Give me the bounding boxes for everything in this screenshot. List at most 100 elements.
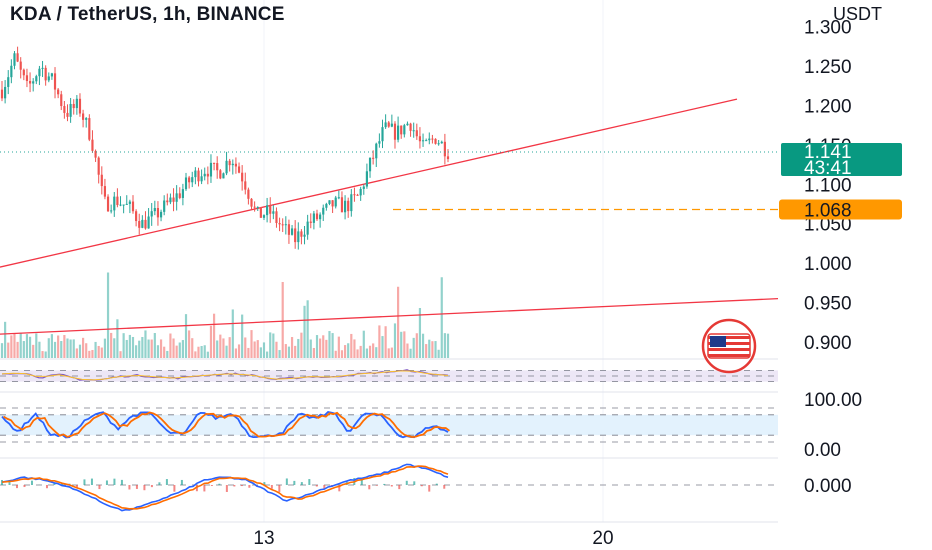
candle-body (128, 201, 131, 204)
volume-bar (219, 334, 222, 358)
candle-body (340, 197, 344, 213)
macd-histogram-bar (413, 481, 416, 485)
candle-body (322, 207, 325, 215)
candle-body (347, 200, 350, 212)
volume-bar (75, 348, 78, 358)
candle-body (191, 177, 194, 183)
bar-countdown: 43:41 (804, 158, 852, 179)
candle-body (35, 76, 38, 82)
candle-body (197, 170, 200, 182)
volume-bar (216, 340, 219, 358)
macd-histogram-bar (375, 485, 378, 486)
volume-bar (231, 309, 234, 358)
volume-bar (378, 325, 381, 358)
candle-body (303, 234, 306, 237)
volume-bar (178, 342, 181, 358)
candle-body (309, 221, 312, 223)
candle-body (41, 67, 44, 69)
volume-bar (393, 323, 397, 358)
volume-bar (365, 348, 369, 358)
volume-bar (253, 341, 256, 358)
volume-bar (172, 338, 175, 358)
volume-bar (166, 350, 169, 358)
volume-bar (297, 338, 300, 358)
candle-body (334, 197, 337, 207)
candle-body (219, 170, 222, 179)
volume-bar (203, 345, 206, 358)
macd-histogram-bar (390, 485, 393, 487)
volume-bar (119, 351, 122, 358)
candle-body (13, 53, 16, 66)
candle-body (353, 194, 356, 196)
symbol-title[interactable]: KDA / TetherUS, 1h, BINANCE (10, 4, 285, 26)
candle-body (103, 186, 107, 197)
candle-body (144, 219, 147, 229)
candle-body (306, 221, 309, 235)
volume-bar (147, 339, 150, 358)
volume-bar (212, 313, 216, 358)
chart-canvas[interactable]: 1.3001.2501.2001.1501.1001.0501.0000.950… (0, 0, 932, 550)
candle-body (393, 123, 397, 140)
volume-bar (325, 339, 328, 358)
volume-bar (222, 338, 225, 358)
volume-bar (41, 351, 44, 358)
volume-bar (191, 338, 194, 358)
volume-bar (294, 345, 297, 358)
volume-bar (163, 346, 166, 358)
volume-bar (272, 333, 275, 358)
volume-bar (169, 333, 172, 358)
volume-bar (300, 332, 303, 358)
macd-histogram-bar (23, 485, 26, 488)
candle-body (10, 65, 13, 78)
macd-tick-label: 0.000 (804, 476, 852, 497)
candle-body (200, 176, 203, 182)
macd-histogram-bar (308, 479, 311, 485)
volume-bar (290, 337, 294, 358)
candle-body (19, 61, 22, 70)
candle-body (75, 98, 78, 109)
volume-bar (16, 341, 19, 358)
candle-body (66, 112, 69, 117)
macd-histogram-bar (428, 485, 431, 492)
volume-bar (437, 349, 440, 358)
volume-bar (113, 338, 116, 358)
volume-bar (66, 338, 69, 358)
us-flag-icon[interactable] (701, 318, 757, 374)
candle-body (88, 118, 91, 140)
volume-bar (156, 345, 160, 358)
candle-body (25, 75, 29, 81)
volume-bar (19, 332, 22, 358)
volume-bar (322, 335, 325, 358)
price-tick-label: 0.900 (804, 333, 852, 354)
candle-body (116, 196, 119, 206)
candle-body (100, 174, 103, 187)
volume-bar (60, 341, 63, 358)
candle-body (225, 160, 228, 174)
macd-histogram-bar (173, 485, 176, 492)
candle-body (241, 172, 244, 182)
macd-histogram-bar (15, 485, 18, 489)
candle-body (412, 130, 415, 132)
candle-body (150, 211, 153, 217)
volume-bar (10, 335, 13, 358)
macd-histogram-bar (203, 485, 206, 492)
stochastic-pane (0, 407, 778, 443)
macd-histogram-bar (398, 485, 401, 490)
macd-histogram-bar (270, 485, 273, 489)
candle-body (97, 157, 100, 175)
volume-bar (368, 345, 372, 358)
macd-histogram-bar (383, 483, 386, 485)
candle-body (262, 215, 266, 218)
volume-bar (228, 337, 231, 358)
candle-body (331, 200, 334, 207)
candle-body (415, 130, 418, 137)
candle-body (106, 196, 110, 212)
currency-unit[interactable]: USDT (833, 4, 882, 25)
volume-bar (150, 339, 153, 358)
candle-body (0, 89, 4, 99)
volume-bar (234, 348, 238, 358)
price-tick-label: 0.950 (804, 294, 852, 315)
candle-body (312, 213, 315, 223)
chart-root: 1.3001.2501.2001.1501.1001.0501.0000.950… (0, 0, 932, 550)
macd-histogram-bar (45, 485, 48, 489)
